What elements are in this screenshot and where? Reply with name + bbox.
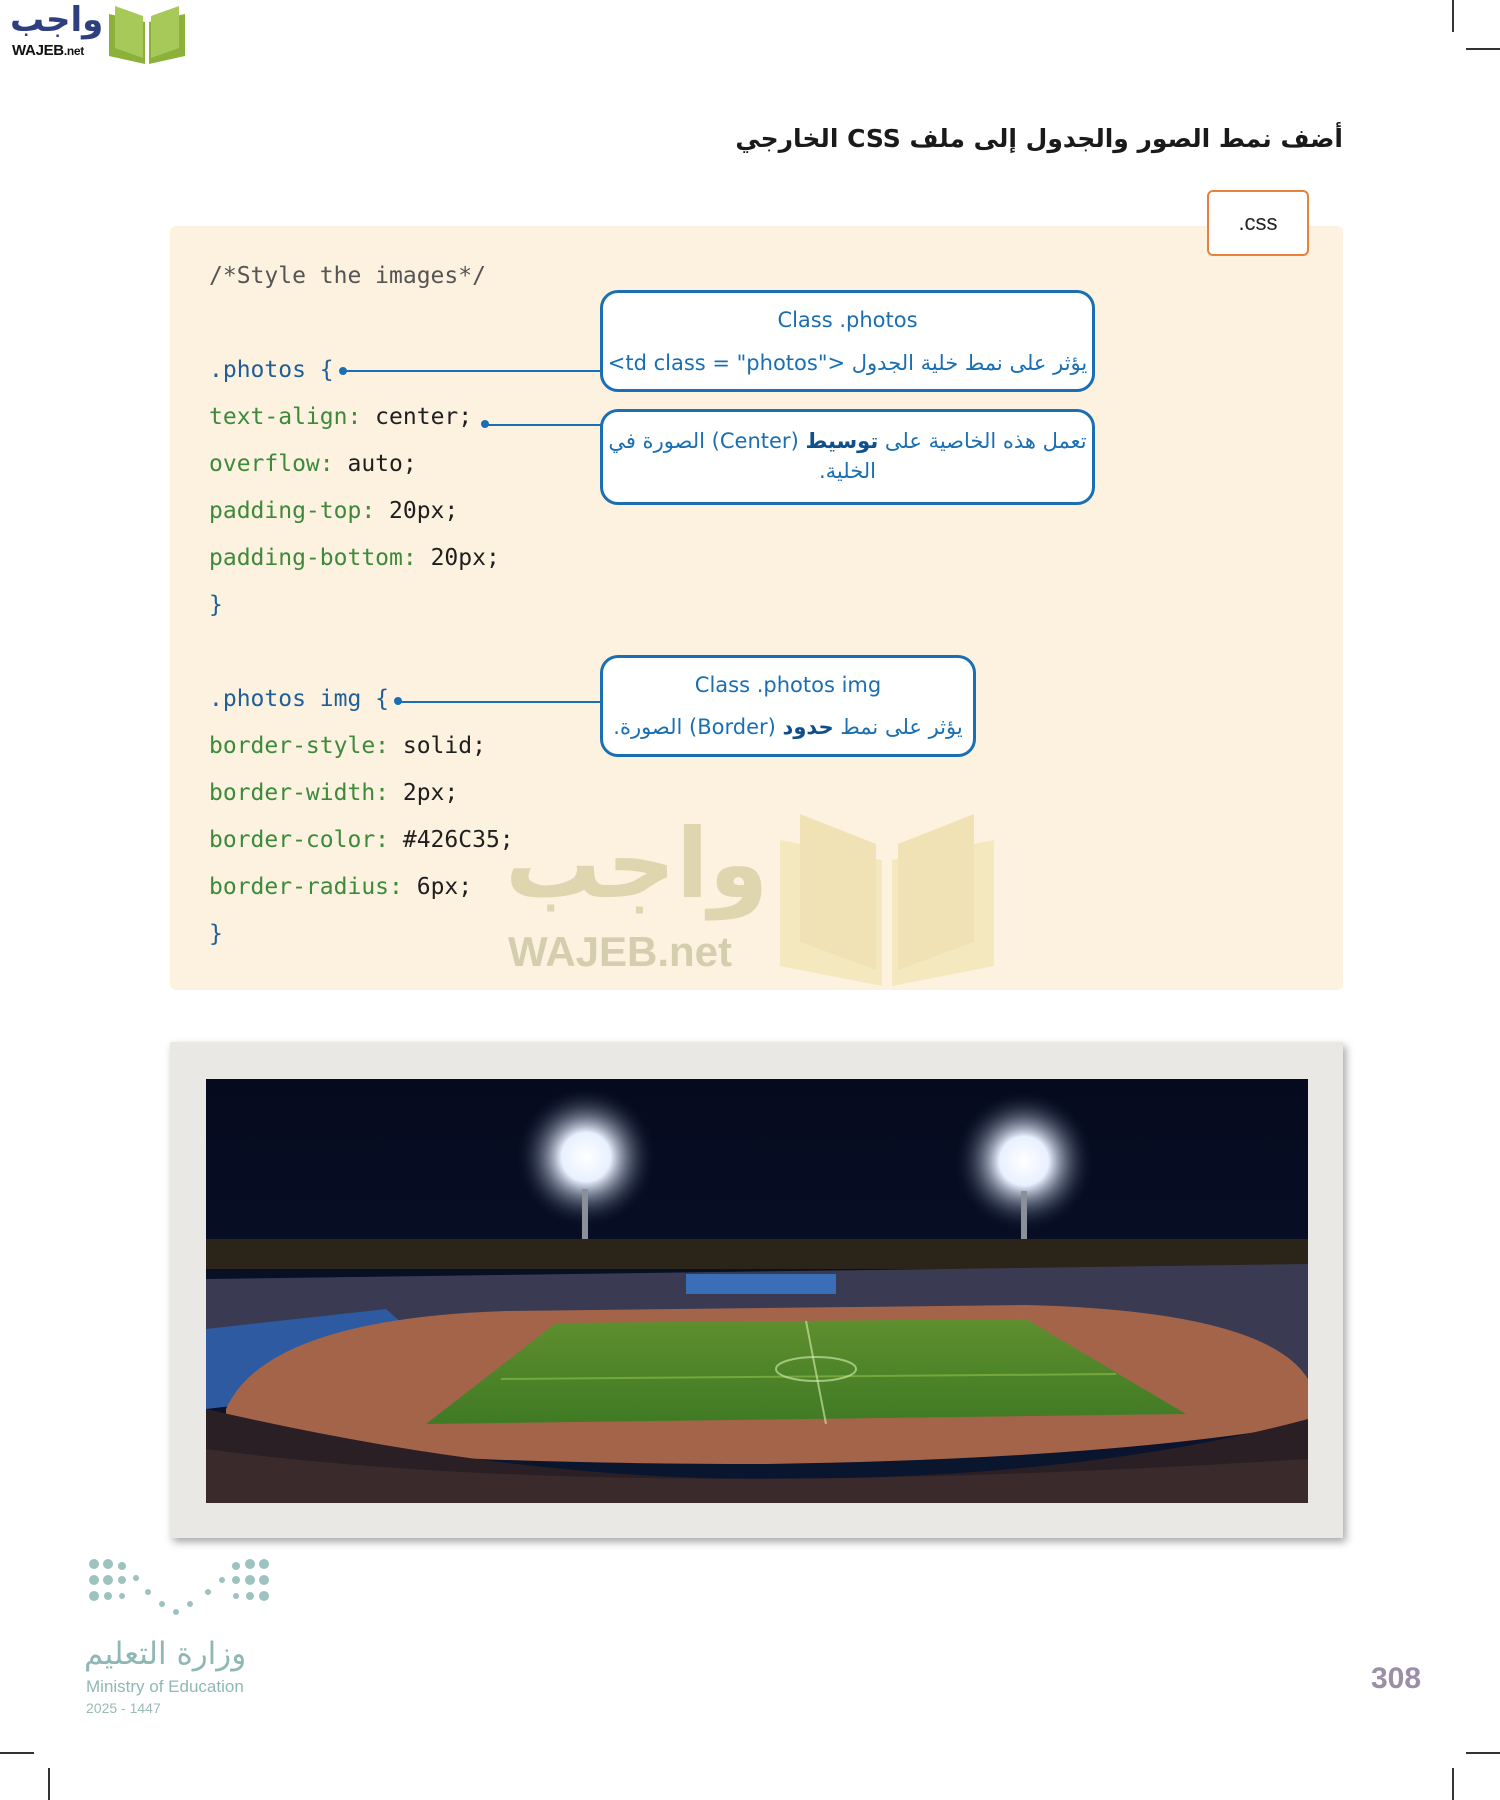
wajeb-logo[interactable]: واجب WAJEB.net: [0, 0, 200, 72]
code-line-text-align: text-align: center;: [209, 404, 473, 430]
callout-desc: يؤثر على نمط حدود (Border) الصورة.: [613, 715, 963, 739]
code-selector-photos-img: .photos img {: [209, 686, 390, 712]
watermark-arabic: واجب: [505, 808, 769, 920]
crop-mark: [1466, 48, 1500, 50]
code-line-border-radius: border-radius: 6px;: [209, 874, 473, 900]
stadium-photo: [206, 1079, 1308, 1503]
ministry-year: 2025 - 1447: [86, 1700, 161, 1716]
crop-mark: [1466, 1752, 1500, 1754]
code-line-padding-bottom: padding-bottom: 20px;: [209, 545, 500, 571]
callout-photos-class: Class .photos يؤثر على نمط خلية الجدول <…: [600, 290, 1095, 392]
ministry-arabic: وزارة التعليم: [84, 1636, 247, 1672]
connector-line: [485, 424, 601, 426]
book-icon: [109, 6, 185, 64]
callout-center: تعمل هذه الخاصية على توسيط (Center) الصو…: [600, 409, 1095, 505]
code-selector-photos: .photos {: [209, 357, 334, 383]
crop-mark: [1452, 1768, 1454, 1800]
code-line-overflow: overflow: auto;: [209, 451, 417, 477]
watermark-book-icon: [780, 814, 994, 986]
callout-photos-img-class: Class .photos img يؤثر على نمط حدود (Bor…: [600, 655, 976, 757]
ministry-dots-logo: [89, 1559, 269, 1615]
crop-mark: [1452, 0, 1454, 32]
code-line-border-width: border-width: 2px;: [209, 780, 459, 806]
file-tab-css: .css: [1207, 190, 1309, 256]
logo-arabic: واجب: [10, 0, 104, 40]
ministry-english: Ministry of Education: [86, 1677, 244, 1696]
crop-mark: [0, 1752, 34, 1754]
callout-desc: تعمل هذه الخاصية على توسيط (Center) الصو…: [608, 429, 1087, 453]
code-line-padding-top: padding-top: 20px;: [209, 498, 459, 524]
callout-desc-cont: الخلية.: [818, 459, 876, 483]
code-close-brace: }: [209, 921, 223, 947]
watermark-latin: WAJEB.net: [508, 928, 733, 975]
connector-line: [398, 701, 601, 703]
connector-line: [343, 370, 601, 372]
code-line-border-style: border-style: solid;: [209, 733, 486, 759]
logo-latin: WAJEB.net: [12, 42, 84, 59]
code-line-border-color: border-color: #426C35;: [209, 827, 514, 853]
callout-title: Class .photos img: [694, 673, 882, 697]
page-number: 308: [1371, 1662, 1422, 1695]
page-heading: أضف نمط الصور والجدول إلى ملف CSS الخارج…: [735, 124, 1343, 153]
callout-title: Class .photos: [777, 308, 918, 332]
code-close-brace: }: [209, 592, 223, 618]
callout-desc: يؤثر على نمط خلية الجدول <td class = "ph…: [607, 351, 1088, 375]
crop-mark: [48, 1768, 50, 1800]
code-comment: /*Style the images*/: [209, 263, 486, 289]
